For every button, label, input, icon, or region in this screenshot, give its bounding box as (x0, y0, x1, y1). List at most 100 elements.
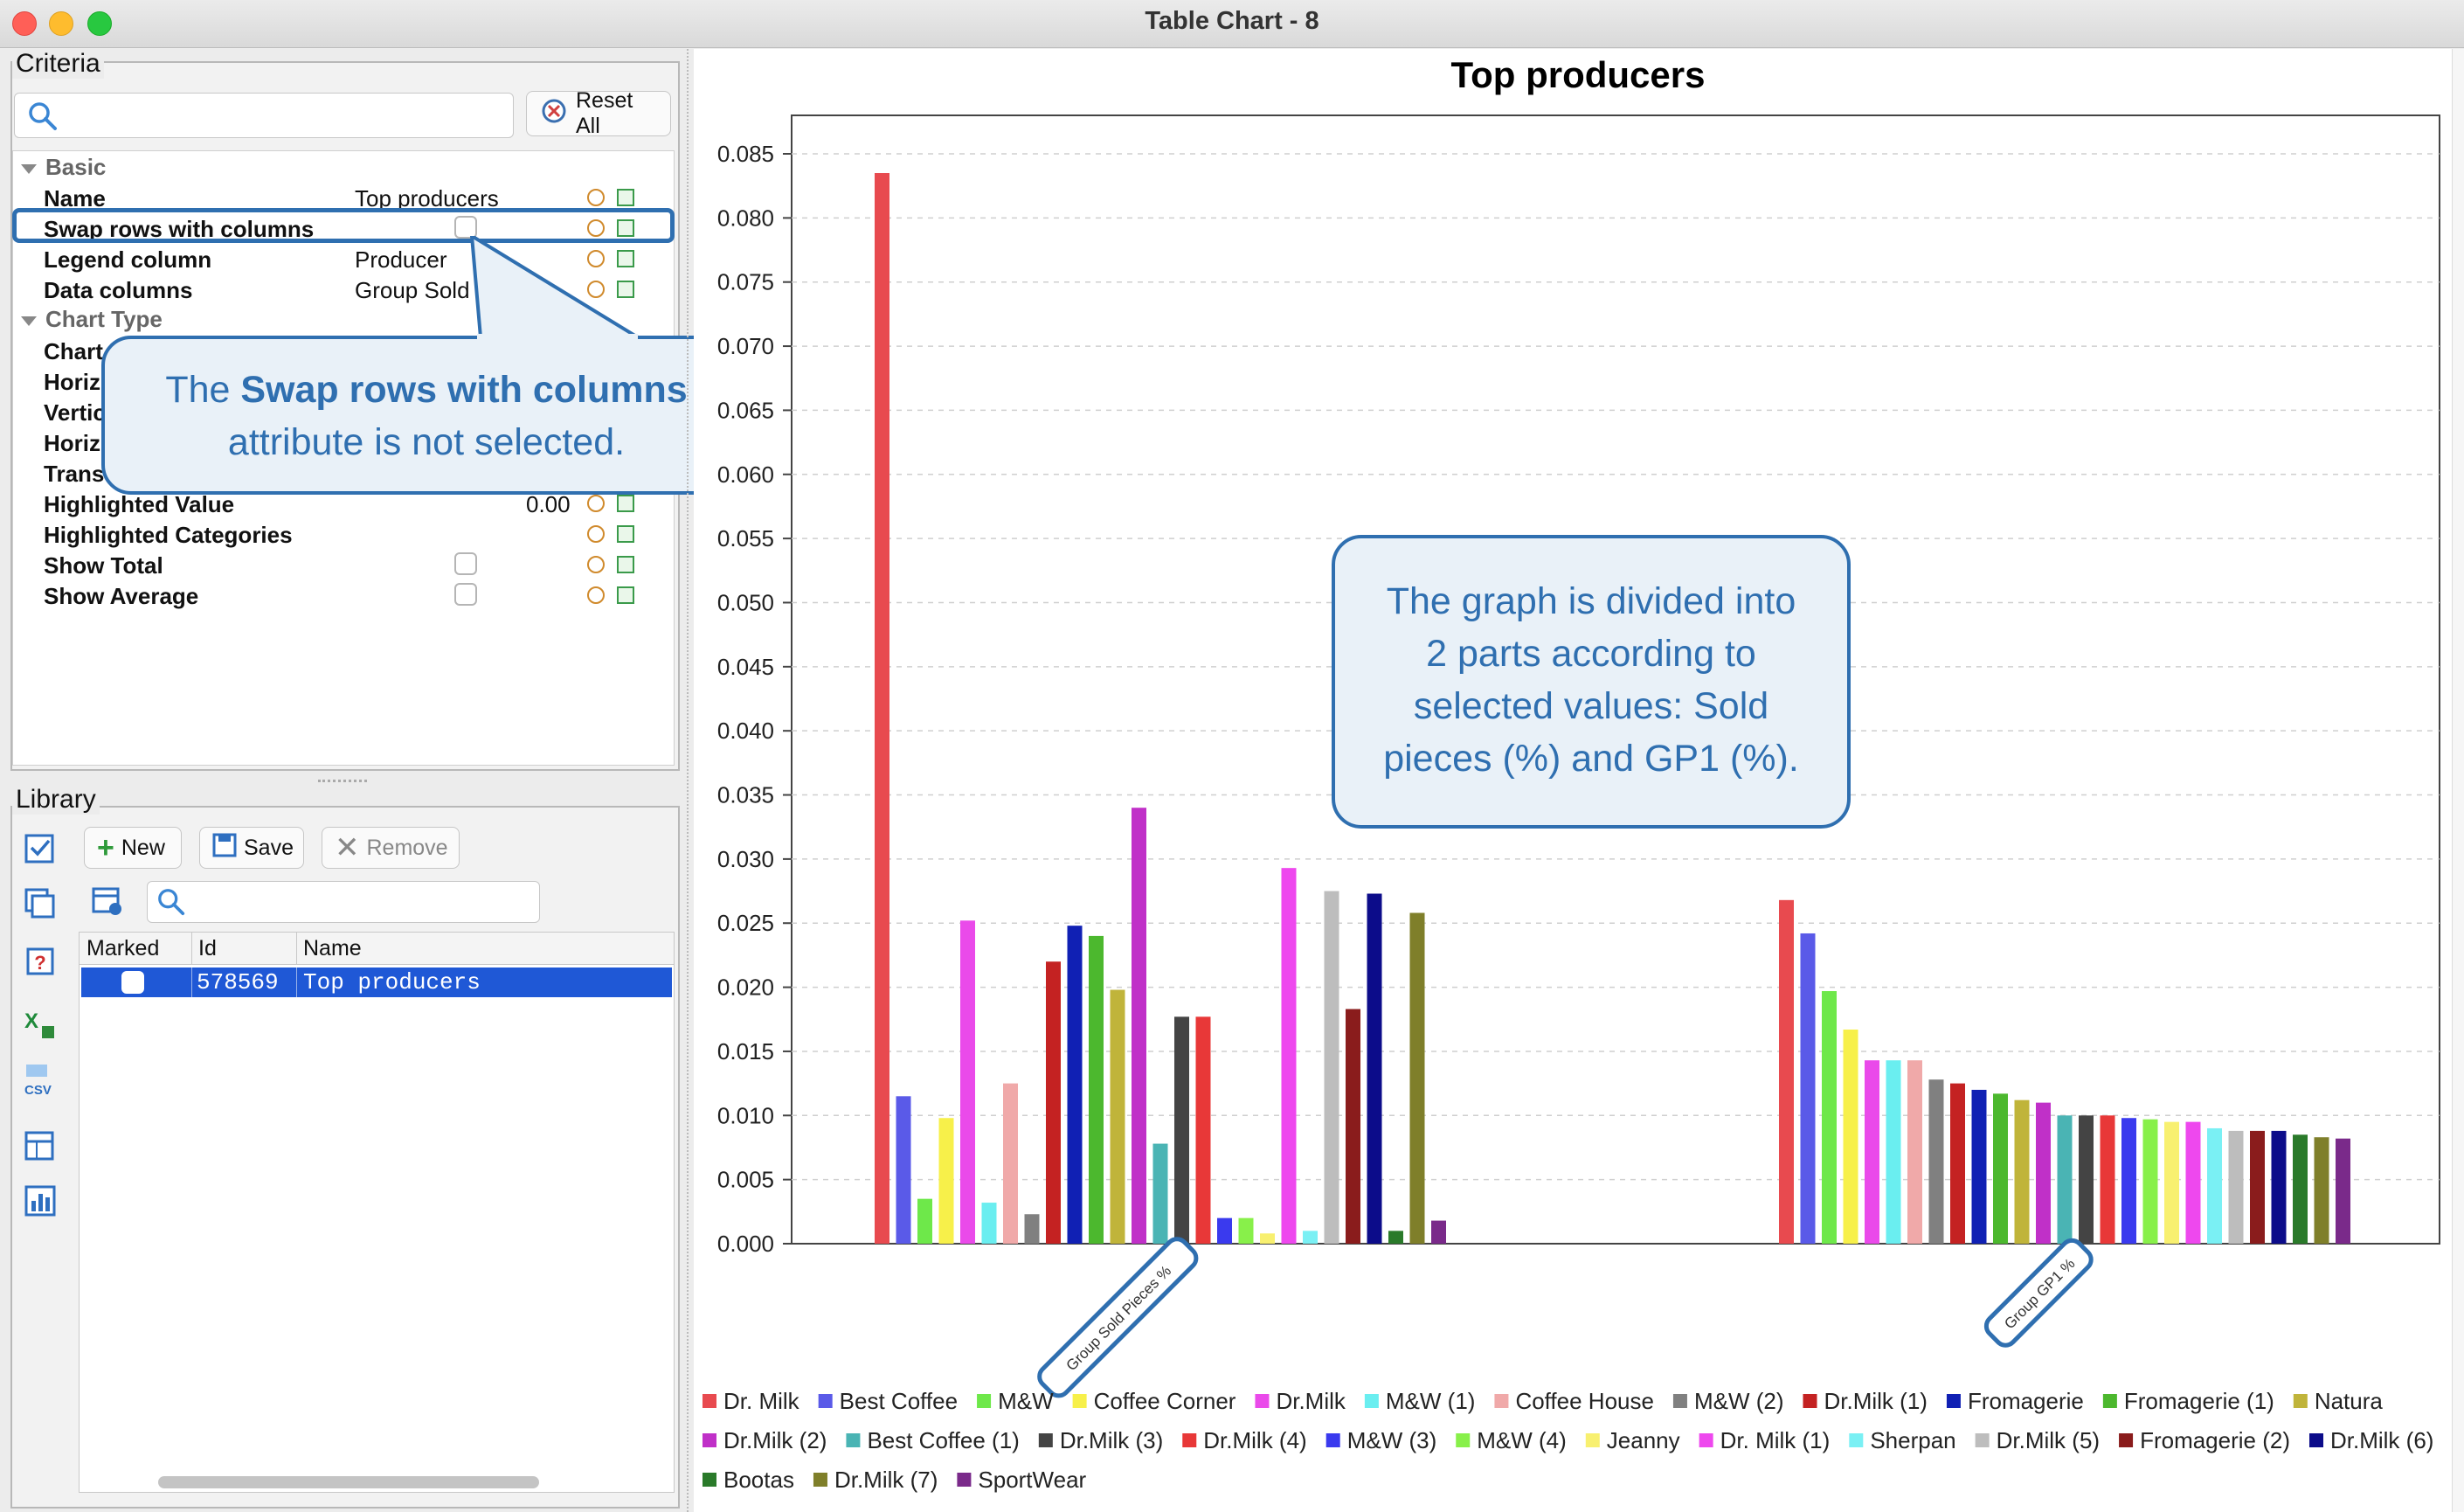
legend-swatch (1072, 1394, 1087, 1408)
chart-bar (2036, 1102, 2051, 1244)
chart-bar (2079, 1115, 2094, 1244)
chart-bar (1409, 912, 1425, 1244)
y-tick-label: 0.050 (717, 589, 774, 615)
legend-swatch (1699, 1433, 1713, 1447)
legend-item: Dr.Milk (7) (834, 1467, 938, 1493)
chart-bar (1260, 1233, 1275, 1244)
legend-item: Dr.Milk (1276, 1388, 1346, 1414)
chart-bar (1152, 1143, 1168, 1244)
chart-bar (1132, 808, 1146, 1244)
legend-swatch (1456, 1433, 1471, 1447)
legend-item: Best Coffee (840, 1388, 958, 1414)
legend-swatch (1494, 1394, 1509, 1408)
legend-swatch (957, 1473, 972, 1487)
chart-bar (1886, 1060, 1901, 1244)
y-tick-label: 0.060 (717, 461, 774, 488)
y-tick-label: 0.045 (717, 654, 774, 680)
legend-swatch (703, 1473, 716, 1487)
chart-bar (1238, 1217, 1254, 1244)
y-tick-label: 0.075 (717, 269, 774, 295)
chart-bar (1800, 933, 1816, 1244)
chart-bar (938, 1118, 954, 1244)
chart-bar (1388, 1231, 1403, 1244)
legend-swatch (813, 1473, 827, 1487)
chart-bar (1067, 926, 1083, 1244)
y-tick-label: 0.020 (717, 974, 774, 1001)
chart-bar (2185, 1121, 2201, 1244)
chart-bar (1217, 1217, 1232, 1244)
legend-item: M&W (1) (1386, 1388, 1476, 1414)
legend-item: Dr.Milk (3) (1060, 1427, 1163, 1453)
legend-item: Best Coffee (1) (867, 1427, 1019, 1453)
y-tick-label: 0.055 (717, 525, 774, 551)
legend-item: Dr.Milk (6) (2330, 1427, 2433, 1453)
legend-item: SportWear (978, 1467, 1086, 1493)
legend-item: M&W (2) (1694, 1388, 1784, 1414)
chart-bar (2228, 1130, 2244, 1244)
chart-bar (1907, 1060, 1922, 1244)
chart-bar (2121, 1118, 2136, 1244)
legend-swatch (703, 1433, 716, 1447)
chart-bar (2293, 1134, 2308, 1244)
chart-bar (1993, 1093, 2008, 1244)
legend-swatch (2309, 1433, 2323, 1447)
legend-item: Fromagerie (2) (2140, 1427, 2290, 1453)
y-tick-label: 0.000 (717, 1231, 774, 1257)
legend-swatch (1255, 1394, 1270, 1408)
legend-item: Dr.Milk (5) (1997, 1427, 2100, 1453)
y-tick-label: 0.040 (717, 718, 774, 744)
legend-swatch (1975, 1433, 1990, 1447)
legend-item: M&W (3) (1347, 1427, 1437, 1453)
legend-item: Fromagerie (1968, 1388, 2084, 1414)
chart-bar (1324, 891, 1339, 1244)
chart-bar (1110, 989, 1125, 1244)
y-tick-label: 0.085 (717, 141, 774, 167)
legend-swatch (703, 1394, 716, 1408)
chart-bar (2164, 1121, 2179, 1244)
chart-bar (2250, 1130, 2265, 1244)
chart-bar (1843, 1030, 1858, 1244)
legend-item: Sherpan (1870, 1427, 1955, 1453)
y-tick-label: 0.005 (717, 1167, 774, 1193)
legend-item: Dr.Milk (4) (1203, 1427, 1306, 1453)
chart-bar (1046, 961, 1061, 1244)
chart-bar (1865, 1060, 1879, 1244)
chart-bar (875, 173, 889, 1244)
chart-bar (1346, 1009, 1360, 1244)
legend-item: Jeanny (1607, 1427, 1680, 1453)
chart-bar (2271, 1130, 2287, 1244)
graph-callout-line: selected values: Sold (1413, 685, 1769, 727)
legend-item: Fromagerie (1) (2124, 1388, 2274, 1414)
legend-swatch (977, 1394, 992, 1408)
legend-item: Coffee House (1515, 1388, 1654, 1414)
chart-bar (1281, 868, 1297, 1244)
legend-swatch (1803, 1394, 1817, 1408)
chart-bar (1431, 1220, 1446, 1244)
chart-bar (1928, 1079, 1944, 1244)
legend-swatch (818, 1394, 833, 1408)
legend-swatch (846, 1433, 861, 1447)
legend-swatch (2293, 1394, 2308, 1408)
chart-bar (1950, 1083, 1965, 1244)
legend-item: M&W (998, 1388, 1054, 1414)
legend-swatch (2119, 1433, 2134, 1447)
legend-swatch (1364, 1394, 1379, 1408)
legend-item: Dr.Milk (1) (1824, 1388, 1928, 1414)
legend-item: Coffee Corner (1094, 1388, 1236, 1414)
chart-bar (2057, 1115, 2073, 1244)
chart-bar (1303, 1231, 1318, 1244)
chart-bar (1089, 935, 1104, 1244)
chart-bar (1367, 893, 1382, 1244)
legend-item: Dr.Milk (2) (723, 1427, 827, 1453)
legend-swatch (2102, 1394, 2117, 1408)
legend-item: Dr. Milk (1) (1720, 1427, 1831, 1453)
legend-swatch (1672, 1394, 1687, 1408)
bar-chart: Top producers 0.000 0.005 0.010 0.015 0.020 0.… (703, 54, 2440, 1493)
graph-callout-line: 2 parts according to (1426, 633, 1756, 675)
chart-bar (1779, 899, 1794, 1244)
y-tick-label: 0.080 (717, 205, 774, 231)
chart-bar (2100, 1115, 2115, 1244)
chart-bar (981, 1203, 997, 1244)
chart-bar (1174, 1016, 1189, 1244)
category-label-text: Group Sold Pieces % (1063, 1263, 1175, 1375)
